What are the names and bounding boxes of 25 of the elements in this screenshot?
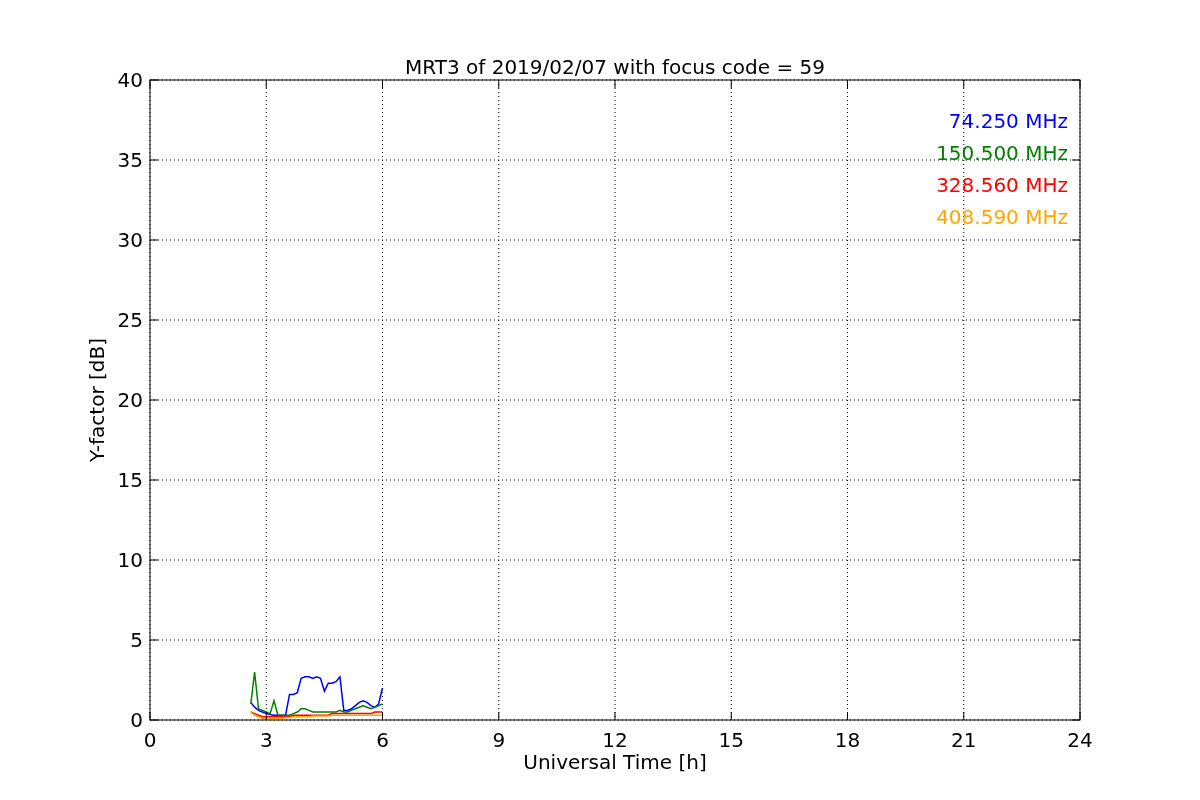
y-axis-label: Y-factor [dB] bbox=[85, 338, 109, 462]
y-tick-label: 25 bbox=[117, 308, 143, 332]
chart-title: MRT3 of 2019/02/07 with focus code = 59 bbox=[405, 55, 825, 79]
y-tick-label: 0 bbox=[130, 708, 143, 732]
y-tick-label: 35 bbox=[117, 148, 143, 172]
x-tick-label: 0 bbox=[143, 728, 157, 752]
legend-label: 328.560 MHz bbox=[936, 173, 1068, 197]
y-tick-label: 40 bbox=[117, 68, 143, 92]
y-tick-label: 20 bbox=[117, 388, 143, 412]
x-tick-label: 15 bbox=[718, 728, 744, 752]
legend-label: 150.500 MHz bbox=[936, 141, 1068, 165]
x-tick-label: 12 bbox=[602, 728, 628, 752]
x-tick-label: 24 bbox=[1067, 728, 1093, 752]
x-tick-label: 18 bbox=[834, 728, 861, 752]
legend-label: 408.590 MHz bbox=[936, 205, 1068, 229]
y-tick-label: 10 bbox=[117, 548, 143, 572]
x-tick-label: 3 bbox=[259, 728, 273, 752]
x-axis-label: Universal Time [h] bbox=[523, 750, 707, 774]
legend-label: 74.250 MHz bbox=[948, 109, 1068, 133]
y-tick-label: 30 bbox=[117, 228, 143, 252]
x-tick-label: 9 bbox=[492, 728, 506, 752]
y-tick-label: 15 bbox=[117, 468, 143, 492]
x-tick-label: 21 bbox=[951, 728, 977, 752]
x-tick-label: 6 bbox=[376, 728, 389, 752]
y-tick-label: 5 bbox=[130, 628, 143, 652]
